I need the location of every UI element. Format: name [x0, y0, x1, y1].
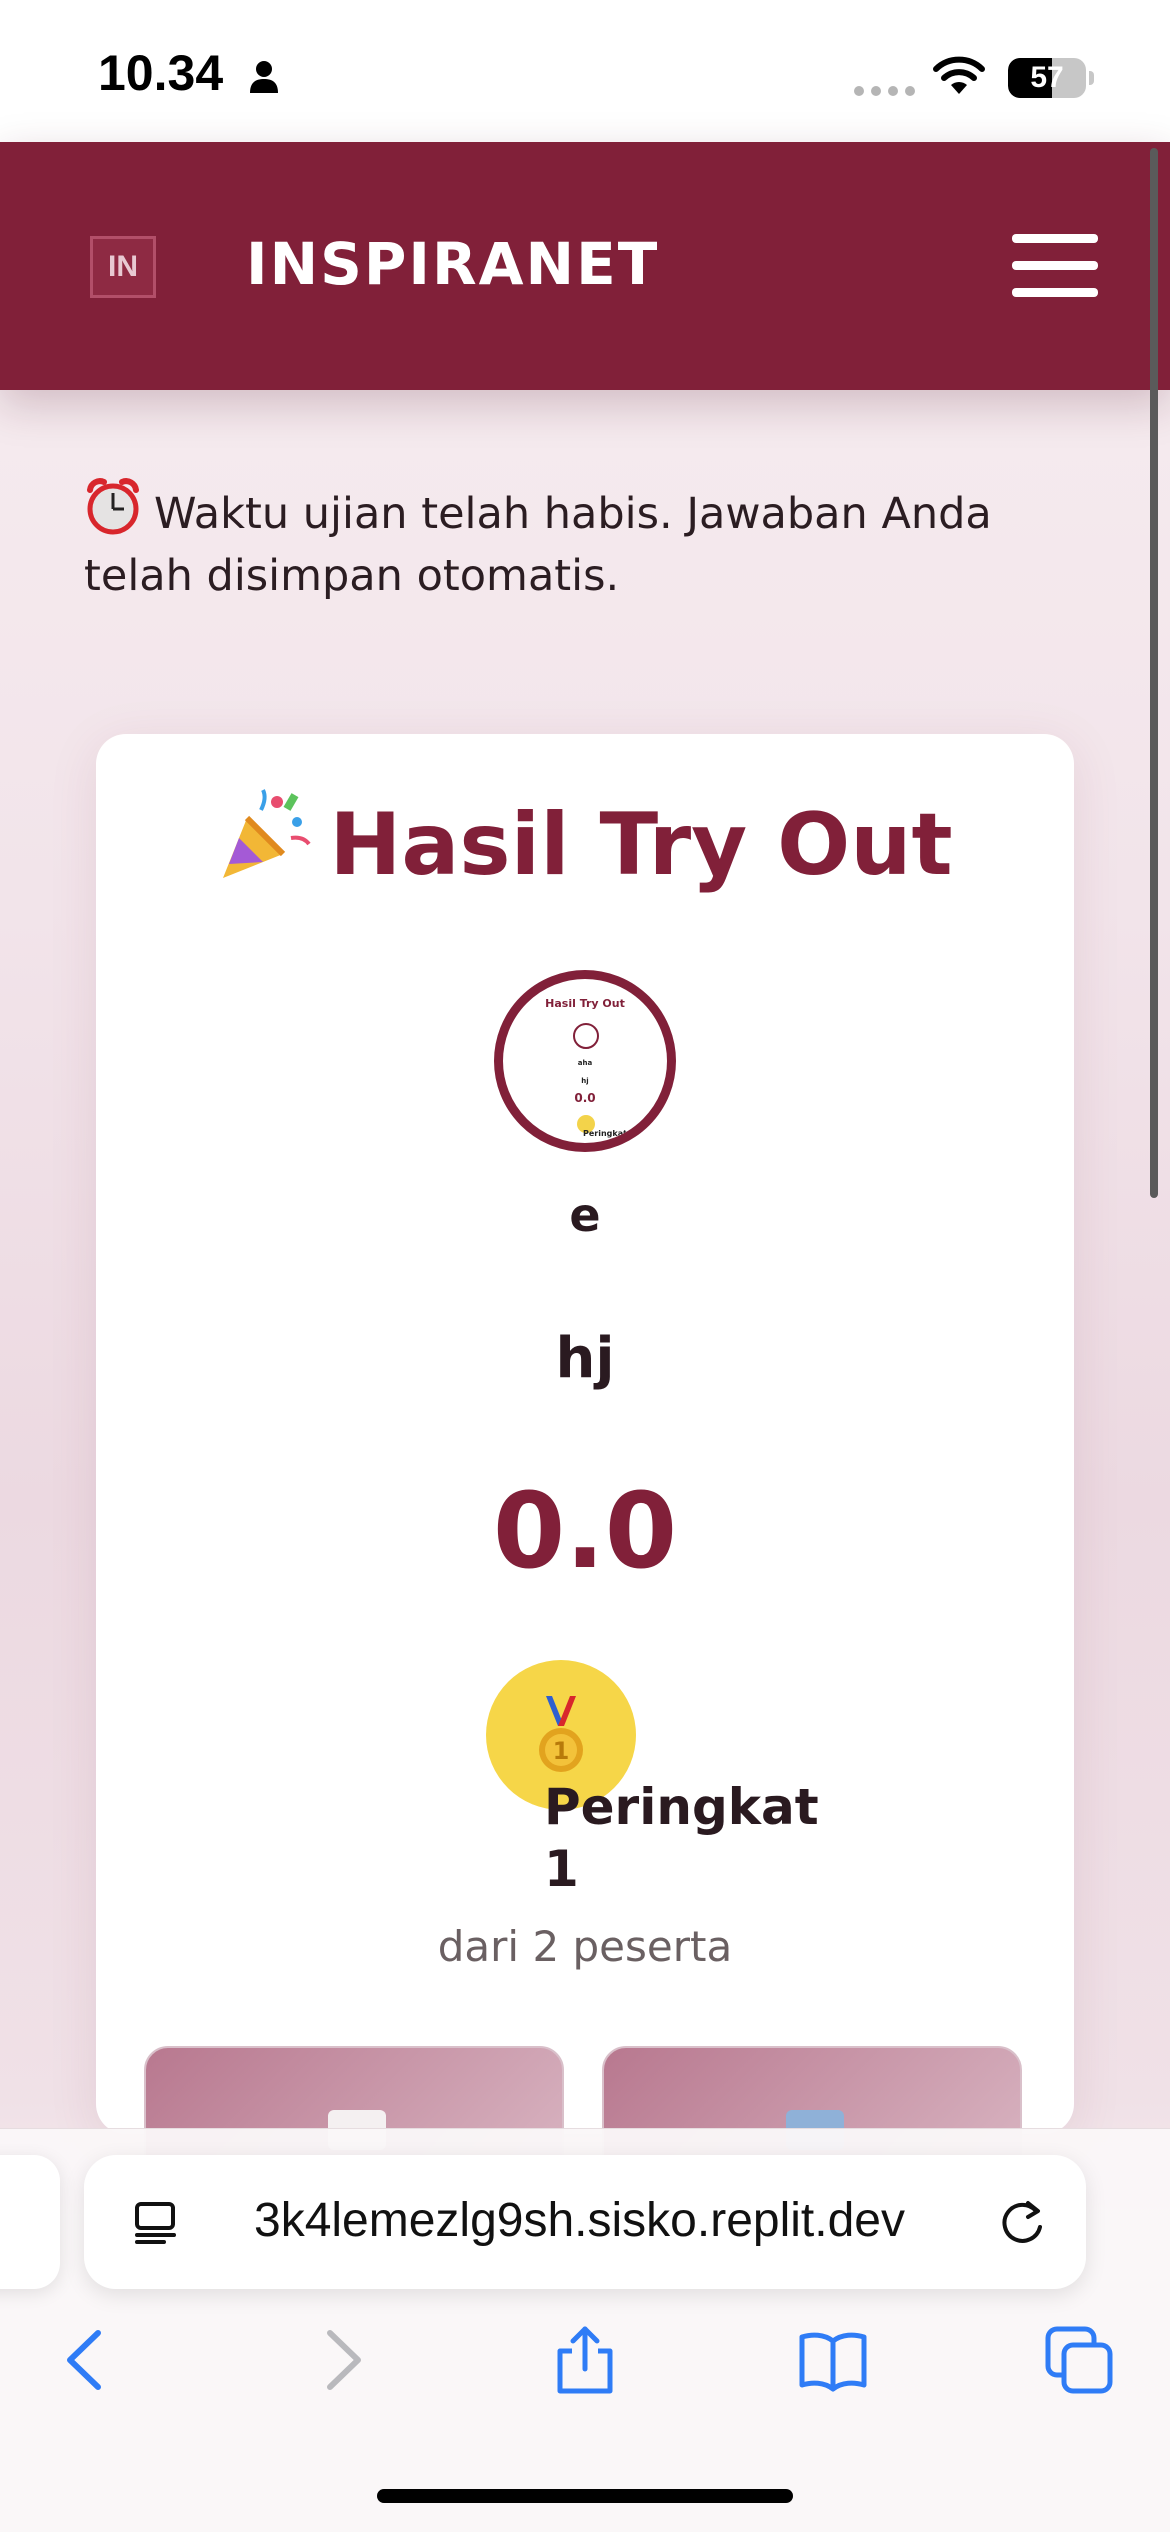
- rank-label: Peringkat: [544, 1778, 819, 1836]
- browser-toolbar: 3k4lemezlg9sh.sisko.replit.dev: [0, 2128, 1170, 2532]
- party-popper-icon: [223, 789, 312, 878]
- forward-icon[interactable]: [306, 2325, 376, 2395]
- wifi-icon: [933, 56, 985, 94]
- battery-icon: 57: [1008, 58, 1086, 98]
- cellular-signal-icon: [854, 86, 915, 96]
- scrollbar[interactable]: [1150, 148, 1158, 1198]
- brand-name[interactable]: INSPIRANET: [246, 230, 659, 298]
- participant-name: e: [569, 1188, 601, 1242]
- notice-text: Waktu ujian telah habis. Jawaban Anda te…: [84, 489, 992, 601]
- first-place-medal-icon: 1: [539, 1696, 583, 1772]
- result-card: Hasil Try Out Hasil Try Out aha hj 0.0 P…: [96, 734, 1074, 2186]
- participant-school: hj: [555, 1326, 615, 1391]
- bookmarks-icon[interactable]: [798, 2325, 868, 2395]
- person-icon: [250, 61, 278, 93]
- logo[interactable]: IN: [90, 236, 156, 298]
- home-indicator[interactable]: [377, 2489, 793, 2503]
- rank-value: 1: [544, 1840, 579, 1898]
- reload-icon[interactable]: [996, 2197, 1048, 2249]
- avatar[interactable]: Hasil Try Out aha hj 0.0 Peringkat: [494, 970, 676, 1152]
- previous-tab[interactable]: [0, 2155, 60, 2289]
- page-menu-icon[interactable]: [134, 2201, 182, 2245]
- result-title: Hasil Try Out: [329, 795, 953, 895]
- page-title: Hasil Try Out: [96, 788, 1074, 895]
- status-bar: 10.34 57: [0, 0, 1170, 142]
- rank-info: Peringkat 1: [544, 1776, 864, 1900]
- url-text[interactable]: 3k4lemezlg9sh.sisko.replit.dev: [254, 2193, 1034, 2248]
- status-time: 10.34: [98, 45, 224, 101]
- address-bar[interactable]: 3k4lemezlg9sh.sisko.replit.dev: [84, 2155, 1086, 2289]
- svg-text:1: 1: [553, 1737, 570, 1765]
- back-icon[interactable]: [52, 2325, 122, 2395]
- time-up-notice: Waktu ujian telah habis. Jawaban Anda te…: [84, 478, 1094, 607]
- rank-total: dari 2 peserta: [437, 1922, 733, 1971]
- tabs-icon[interactable]: [1044, 2325, 1114, 2395]
- battery-level: 57: [1030, 61, 1064, 94]
- app-header: IN INSPIRANET: [0, 142, 1170, 390]
- alarm-clock-icon: [87, 478, 139, 535]
- hamburger-menu-icon[interactable]: [1012, 234, 1098, 298]
- share-icon[interactable]: [550, 2325, 620, 2395]
- score-value: 0.0: [492, 1470, 678, 1592]
